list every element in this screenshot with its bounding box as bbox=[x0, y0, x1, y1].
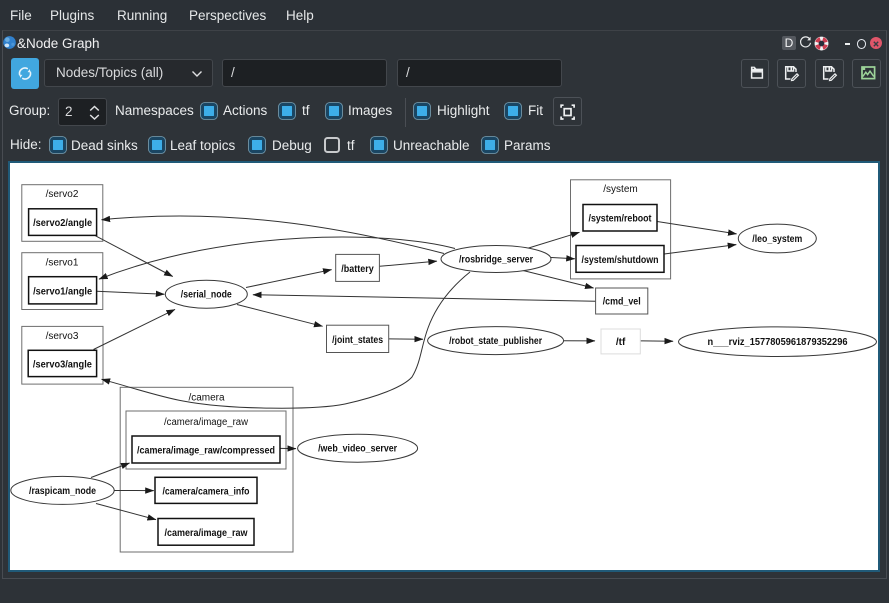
svg-text:/rosbridge_server: /rosbridge_server bbox=[459, 254, 533, 265]
svg-text:/camera/image_raw: /camera/image_raw bbox=[164, 417, 249, 428]
svg-text:/servo2/angle: /servo2/angle bbox=[33, 218, 92, 229]
svg-text:/servo3: /servo3 bbox=[46, 331, 79, 342]
svg-text:/servo1/angle: /servo1/angle bbox=[33, 286, 92, 297]
svg-text:/system/reboot: /system/reboot bbox=[589, 214, 653, 225]
svg-text:n___rviz_1577805961879352296: n___rviz_1577805961879352296 bbox=[708, 337, 848, 348]
svg-text:/raspicam_node: /raspicam_node bbox=[29, 486, 96, 497]
svg-text:/battery: /battery bbox=[341, 264, 374, 275]
svg-text:/camera/image_raw/compressed: /camera/image_raw/compressed bbox=[137, 445, 275, 456]
svg-text:/servo3/angle: /servo3/angle bbox=[33, 359, 92, 370]
svg-text:/servo1: /servo1 bbox=[46, 257, 79, 268]
svg-text:/camera/image_raw: /camera/image_raw bbox=[165, 528, 248, 539]
svg-text:/web_video_server: /web_video_server bbox=[318, 444, 397, 455]
svg-text:/system: /system bbox=[603, 184, 637, 195]
svg-text:/camera: /camera bbox=[188, 392, 225, 403]
svg-text:/cmd_vel: /cmd_vel bbox=[603, 296, 641, 307]
svg-text:/system/shutdown: /system/shutdown bbox=[582, 255, 659, 266]
svg-text:/joint_states: /joint_states bbox=[332, 335, 383, 346]
svg-text:/servo2: /servo2 bbox=[46, 189, 79, 200]
svg-text:/leo_system: /leo_system bbox=[752, 234, 802, 245]
svg-text:/tf: /tf bbox=[616, 337, 626, 348]
svg-text:/serial_node: /serial_node bbox=[181, 290, 232, 301]
svg-text:/camera/camera_info: /camera/camera_info bbox=[163, 486, 250, 497]
svg-text:/robot_state_publisher: /robot_state_publisher bbox=[449, 336, 542, 347]
